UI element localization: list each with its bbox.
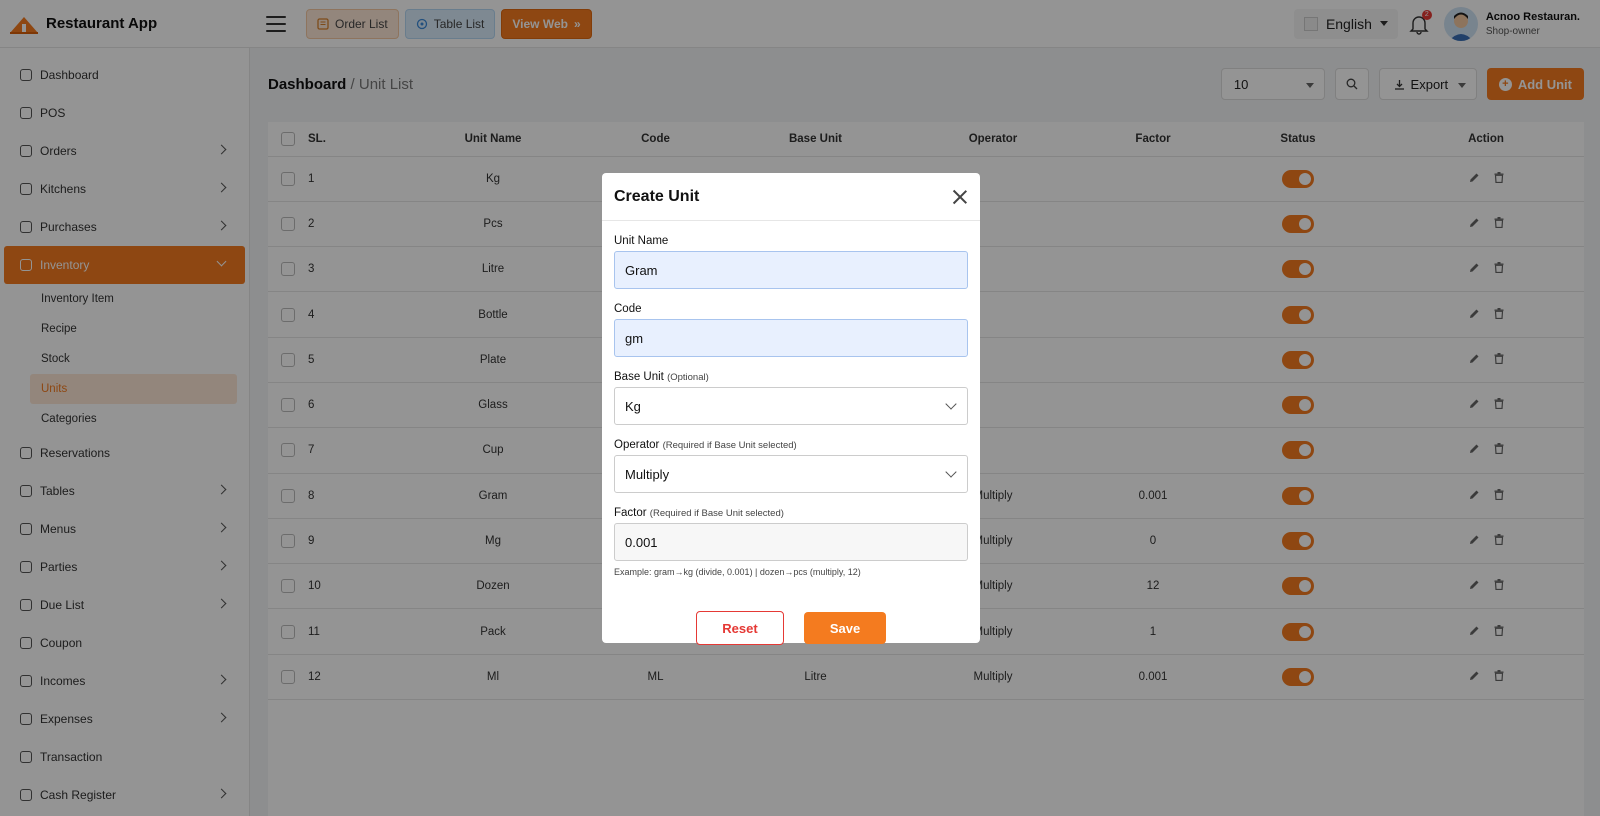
code-label: Code [614,303,642,315]
close-icon[interactable] [952,189,968,205]
factor-label-row: Factor (Required if Base Unit selected) [614,507,784,519]
save-button[interactable]: Save [804,612,886,644]
factor-input[interactable] [614,523,968,561]
base-unit-label-row: Base Unit (Optional) [614,371,709,383]
operator-select[interactable]: Multiply [614,455,968,493]
operator-label-row: Operator (Required if Base Unit selected… [614,439,797,451]
modal-title: Create Unit [614,187,700,205]
code-input[interactable] [614,319,968,357]
factor-example-text: Example: gram→kg (divide, 0.001) | dozen… [614,567,861,577]
chevron-down-icon [945,466,957,478]
unit-name-input[interactable] [614,251,968,289]
create-unit-modal: Create Unit Unit Name Code Base Unit (Op… [602,173,980,645]
chevron-down-icon [945,398,957,410]
reset-button[interactable]: Reset [696,611,784,645]
base-unit-select[interactable]: Kg [614,387,968,425]
unit-name-label: Unit Name [614,235,669,247]
